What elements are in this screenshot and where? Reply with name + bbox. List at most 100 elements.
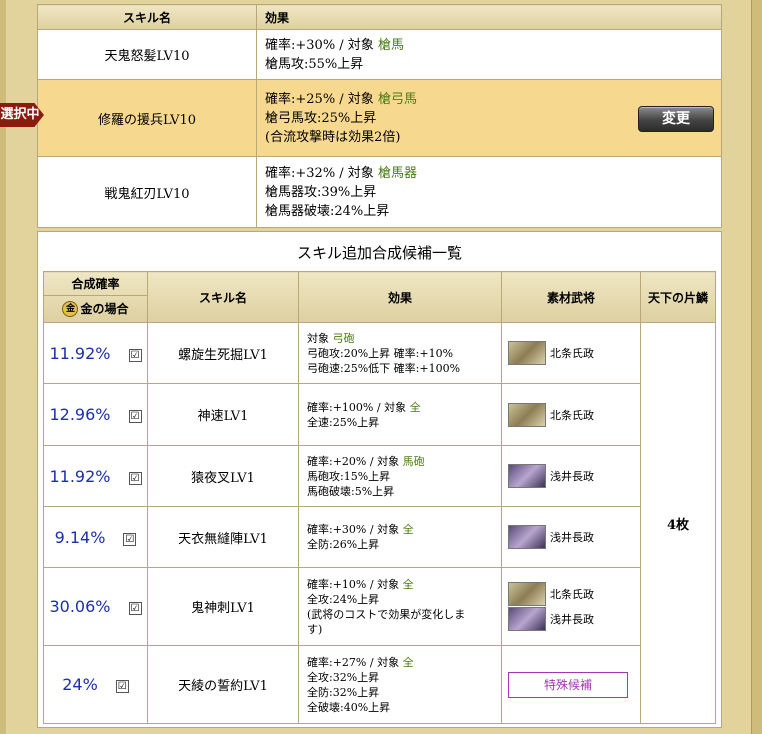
candidate-effect: 確率:+27% / 対象 全全攻:32%上昇 全防:32%上昇 全破壊:40%上昇 xyxy=(298,645,502,724)
effect-line: 全防:32%上昇 xyxy=(307,685,493,700)
effect-line: す) xyxy=(307,622,493,637)
gold-case-label: 金金の場合 xyxy=(44,296,147,322)
effect-text: 確率:+32% / 対象 xyxy=(265,165,378,181)
effect-line: 槍馬攻:55%上昇 xyxy=(265,55,713,74)
rate-cell: 11.92% ☑ xyxy=(43,322,148,384)
candidate-row: 11.92% ☑ 螺旋生死掘LV1 対象 弓砲 弓砲攻:20%上昇 確率:+10% 弓砲速… xyxy=(43,322,716,724)
effect-line: 確率:+30% / 対象 全 xyxy=(307,522,493,537)
general-entry[interactable]: 北条氏政 xyxy=(508,341,634,366)
checkbox[interactable]: ☑ xyxy=(128,348,142,362)
effect-text: 確率:+10% / 対象 xyxy=(307,577,403,591)
rate-value: 12.96% xyxy=(49,405,111,424)
general-entry[interactable]: 浅井長政 xyxy=(508,525,634,550)
checkbox[interactable]: ☑ xyxy=(115,680,129,693)
skill-effect: 確率:+32% / 対象 槍馬器 槍馬器攻:39%上昇 槍馬器破壊:24%上昇 xyxy=(256,156,722,228)
general-name: 浅井長政 xyxy=(550,470,594,483)
effect-line: (武将のコストで効果が変化しま xyxy=(307,607,493,622)
rate-value: 11.92% xyxy=(49,343,111,363)
candidate-skill-name: 螺旋生死掘LV1 xyxy=(147,322,299,384)
generals-header: 素材武将 xyxy=(501,271,641,323)
rate-value: 9.14% xyxy=(54,527,106,547)
rate-value: 24% xyxy=(62,675,98,694)
target-units: 全 xyxy=(409,400,421,414)
effect-text: 槍弓馬攻:25%上昇 xyxy=(265,110,377,126)
general-entry[interactable]: 浅井長政 xyxy=(508,464,634,489)
material-generals: 北条氏政 浅井長政 xyxy=(501,567,641,646)
general-name: 浅井長政 xyxy=(550,613,594,626)
target-units: 全 xyxy=(402,655,414,669)
change-button[interactable]: 変更 xyxy=(638,106,714,132)
skill-name: 戦鬼紅刃LV10 xyxy=(37,156,257,228)
rate-value: 30.06% xyxy=(49,597,111,616)
special-candidate-button[interactable]: 特殊候補 xyxy=(508,671,628,698)
general-entry[interactable]: 浅井長政 xyxy=(508,607,634,632)
tenka-header: 天下の片鱗 xyxy=(640,271,716,323)
effect-text: 弓砲速:25%低下 確率:+100% xyxy=(307,361,461,375)
current-skills-table: スキル名 効果 天鬼怒髪LV10 確率:+30% / 対象 槍馬 槍馬攻:55%上昇… xyxy=(37,4,722,228)
general-entry[interactable]: 北条氏政 xyxy=(508,582,634,607)
effect-line: 確率:+20% / 対象 馬砲 xyxy=(307,454,493,469)
effect-text: 槍馬攻:55%上昇 xyxy=(265,56,364,72)
general-entry[interactable]: 北条氏政 xyxy=(508,402,634,427)
material-generals: 北条氏政 xyxy=(501,322,641,384)
skill-effect: 確率:+30% / 対象 槍馬 槍馬攻:55%上昇 xyxy=(256,29,722,80)
effect-text: 対象 xyxy=(307,331,333,345)
checkbox[interactable]: ☑ xyxy=(128,410,142,423)
skill-header: スキル名 xyxy=(147,271,299,323)
general-name: 浅井長政 xyxy=(550,531,594,544)
effect-line: 全防:26%上昇 xyxy=(307,537,493,552)
rate-cell: 11.92% ☑ xyxy=(43,445,148,507)
effect-text: (武将のコストで効果が変化しま xyxy=(307,607,466,621)
checkbox[interactable]: ☑ xyxy=(128,471,142,485)
tenka-value: 4枚 xyxy=(666,517,690,533)
material-generals: 浅井長政 xyxy=(501,506,641,568)
effect-text: 全防:26%上昇 xyxy=(307,538,380,551)
material-generals: 浅井長政 xyxy=(501,445,641,507)
skill-row: 天鬼怒髪LV10 確率:+30% / 対象 槍馬 槍馬攻:55%上昇 xyxy=(37,29,722,80)
skill-name-header: スキル名 xyxy=(37,4,257,30)
skill-row: 修羅の援兵LV10 確率:+25% / 対象 槍弓馬 槍弓馬攻:25%上昇 (合流攻撃… xyxy=(37,79,722,157)
effect-text: 確率:+27% / 対象 xyxy=(307,655,403,669)
effect-text: 弓砲攻:20%上昇 確率:+10% xyxy=(307,346,454,360)
effect-text: 全攻:32%上昇 xyxy=(307,670,380,684)
target-units: 弓砲 xyxy=(332,331,355,345)
effect-header: 効果 xyxy=(256,4,722,30)
effect-text: す) xyxy=(307,622,323,636)
effect-text: 全防:32%上昇 xyxy=(307,685,380,699)
effect-text: 全攻:24%上昇 xyxy=(307,592,380,606)
general-portrait xyxy=(508,582,546,606)
rate-header-label: 合成確率 xyxy=(44,273,147,296)
rate-cell: 9.14% ☑ xyxy=(43,506,148,568)
candidate-row: 9.14% ☑ 天衣無縫陣LV1 確率:+30% / 対象 全全防:26%上昇 浅井長政 xyxy=(43,506,716,568)
target-units: 槍馬 xyxy=(377,37,404,53)
candidate-effect: 確率:+10% / 対象 全全攻:24%上昇 (武将のコストで効果が変化しま す) xyxy=(298,567,502,646)
material-generals: 特殊候補 xyxy=(501,645,641,724)
target-units: 全 xyxy=(402,577,414,591)
candidate-skill-name: 天衣無縫陣LV1 xyxy=(147,506,299,568)
general-name: 北条氏政 xyxy=(550,588,594,601)
candidate-effect: 確率:+100% / 対象 全全速:25%上昇 xyxy=(298,383,502,446)
right-border xyxy=(751,0,762,734)
effect-line: 対象 弓砲 xyxy=(307,331,493,346)
general-portrait xyxy=(508,341,546,365)
general-portrait xyxy=(508,402,546,427)
effect-line: 槍馬器攻:39%上昇 xyxy=(265,183,713,202)
rate-cell: 24% ☑ xyxy=(43,645,148,724)
effect-text: 槍馬器攻:39%上昇 xyxy=(265,184,377,200)
general-portrait xyxy=(508,607,546,631)
gold-coin-icon: 金 xyxy=(62,301,79,317)
effect-line: 弓砲攻:20%上昇 確率:+10% xyxy=(307,346,493,361)
checkbox[interactable]: ☑ xyxy=(128,602,142,615)
checkbox[interactable]: ☑ xyxy=(123,532,137,546)
candidate-row: 24% ☑ 天綾の誓約LV1 確率:+27% / 対象 全全攻:32%上昇 全防:32%… xyxy=(43,645,716,724)
effect-text: 確率:+25% / 対象 xyxy=(265,91,378,107)
effect-line: 馬砲破壊:5%上昇 xyxy=(307,484,493,499)
effect-line: 全攻:32%上昇 xyxy=(307,670,493,685)
effect-text: 確率:+30% / 対象 xyxy=(265,37,378,53)
effect-line: 確率:+100% / 対象 全 xyxy=(307,400,493,415)
candidates-title: スキル追加合成候補一覧 xyxy=(296,244,462,262)
effect-line: 全破壊:40%上昇 xyxy=(307,700,493,715)
candidate-effect: 確率:+20% / 対象 馬砲 馬砲攻:15%上昇 馬砲破壊:5%上昇 xyxy=(298,445,502,507)
effect-text: 確率:+20% / 対象 xyxy=(307,454,403,468)
effect-text: 馬砲破壊:5%上昇 xyxy=(307,484,395,498)
